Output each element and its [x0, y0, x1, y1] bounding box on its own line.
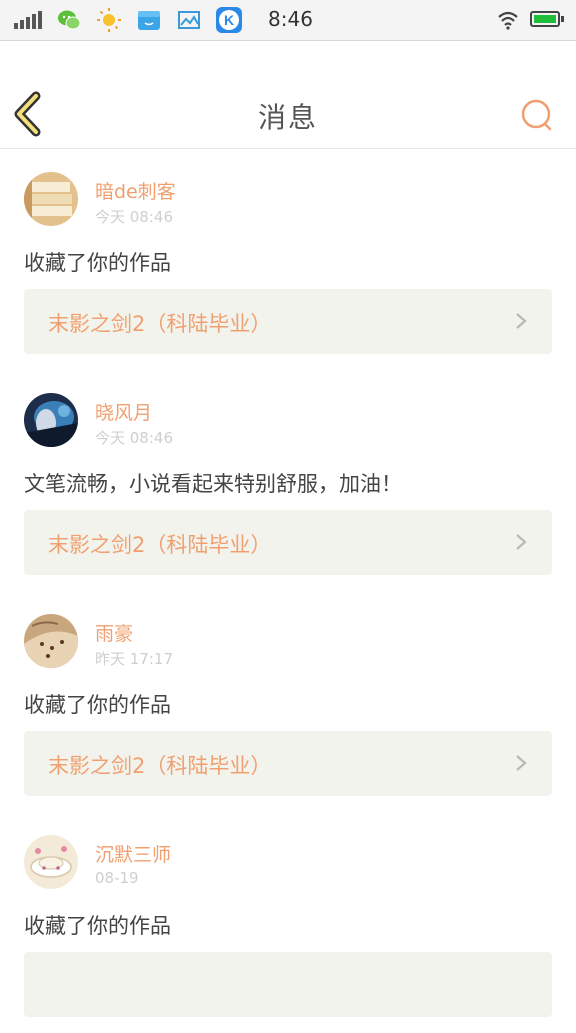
username[interactable]: 暗de刺客: [95, 177, 176, 204]
message-time: 今天 08:46: [95, 429, 173, 447]
work-title: 末影之剑2（科陆毕业）: [48, 754, 272, 778]
wechat-icon: [58, 10, 81, 30]
top-nav-bar: 消息: [0, 41, 576, 149]
message-item: 晓风月 今天 08:46 文笔流畅，小说看起来特别舒服，加油！ 末影之剑2（科陆…: [0, 370, 576, 591]
message-list: 暗de刺客 今天 08:46 收藏了你的作品 末影之剑2（科陆毕业） 晓风月 今…: [0, 149, 576, 1033]
work-link-card[interactable]: 末影之剑2（科陆毕业）: [24, 510, 552, 575]
work-link-card[interactable]: [24, 952, 552, 1017]
status-time: 8:46: [268, 7, 313, 31]
battery-icon: [530, 11, 564, 27]
message-content: 收藏了你的作品: [24, 693, 171, 717]
message-content: 文笔流畅，小说看起来特别舒服，加油！: [24, 472, 402, 496]
work-link-card[interactable]: 末影之剑2（科陆毕业）: [24, 731, 552, 796]
k-app-icon: K: [216, 7, 242, 33]
avatar[interactable]: [24, 172, 78, 226]
message-item: 沉默三师 08-19 收藏了你的作品: [0, 812, 576, 1033]
page-title: 消息: [257, 101, 318, 134]
status-bar: K 8:46: [0, 0, 576, 41]
chevron-right-icon: [516, 755, 527, 771]
message-content: 收藏了你的作品: [24, 914, 171, 938]
search-icon[interactable]: [516, 95, 556, 135]
message-time: 08-19: [95, 869, 139, 887]
avatar[interactable]: [24, 614, 78, 668]
username[interactable]: 沉默三师: [95, 840, 171, 867]
message-item: 雨豪 昨天 17:17 收藏了你的作品 末影之剑2（科陆毕业）: [0, 591, 576, 812]
k-app-letter: K: [219, 10, 239, 30]
username[interactable]: 晓风月: [95, 398, 152, 425]
message-time: 昨天 17:17: [95, 650, 173, 668]
avatar[interactable]: [24, 835, 78, 889]
message-item: 暗de刺客 今天 08:46 收藏了你的作品 末影之剑2（科陆毕业）: [0, 149, 576, 370]
file-icon: [138, 11, 160, 30]
message-content: 收藏了你的作品: [24, 251, 171, 275]
weather-icon: [97, 8, 121, 32]
message-time: 今天 08:46: [95, 208, 173, 226]
username[interactable]: 雨豪: [95, 619, 133, 646]
chevron-right-icon: [516, 534, 527, 550]
work-title: 末影之剑2（科陆毕业）: [48, 533, 272, 557]
signal-icon: [14, 11, 44, 29]
wifi-icon: [498, 11, 518, 30]
gallery-icon: [178, 11, 200, 29]
avatar[interactable]: [24, 393, 78, 447]
chevron-right-icon: [516, 313, 527, 329]
work-link-card[interactable]: 末影之剑2（科陆毕业）: [24, 289, 552, 354]
work-title: 末影之剑2（科陆毕业）: [48, 312, 272, 336]
